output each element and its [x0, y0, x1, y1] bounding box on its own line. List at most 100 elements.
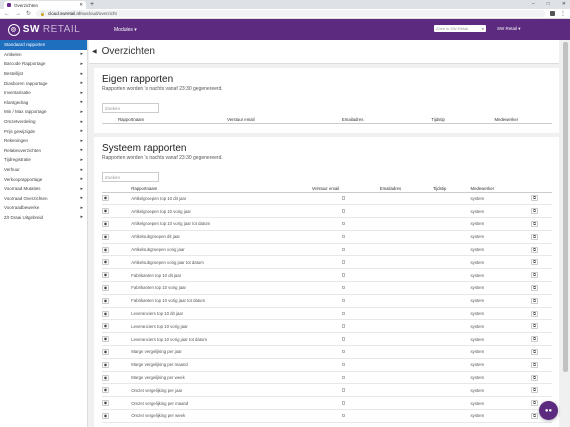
column-header[interactable]: Medewerker — [494, 116, 552, 124]
copy-report-icon[interactable]: ⧉ — [531, 272, 539, 279]
copy-report-icon[interactable]: ⧉ — [531, 195, 539, 202]
email-checkbox[interactable] — [341, 260, 346, 264]
copy-report-icon[interactable]: ⧉ — [531, 374, 539, 381]
sidebar-item[interactable]: Relatieoverzichten ▸ — [0, 146, 87, 156]
sidebar-item[interactable]: Voorraadbewerke ▸ — [0, 203, 87, 213]
column-header[interactable]: Tijdstip — [432, 185, 471, 193]
extension-icon[interactable] — [550, 11, 555, 16]
view-report-icon[interactable]: ◉ — [102, 323, 109, 330]
back-icon[interactable]: ← — [4, 11, 10, 17]
copy-report-icon[interactable]: ⧉ — [531, 400, 539, 407]
sidebar-item[interactable]: Diasboren rapportage ▸ — [0, 78, 87, 88]
copy-report-icon[interactable]: ⧉ — [531, 348, 539, 355]
email-checkbox[interactable] — [341, 362, 346, 367]
view-report-icon[interactable]: ◉ — [102, 400, 109, 407]
email-checkbox[interactable] — [341, 349, 346, 354]
column-header[interactable]: Tijdstip — [431, 116, 495, 124]
sidebar-item[interactable]: Artikelen ▸ — [0, 50, 87, 60]
column-header[interactable]: Rapportnaam — [118, 116, 228, 124]
sidebar-item[interactable]: Verhuur ▸ — [0, 165, 87, 175]
column-header[interactable]: Emailadres — [379, 185, 433, 193]
view-report-icon[interactable]: ◉ — [102, 412, 109, 419]
column-header[interactable]: Rapportnaam — [131, 185, 312, 193]
sidebar-item[interactable]: Inventarisatie ▸ — [0, 88, 87, 98]
sidebar-item[interactable]: Bestellijst ▸ — [0, 69, 87, 79]
copy-report-icon[interactable]: ⧉ — [531, 246, 539, 253]
copy-report-icon[interactable]: ⧉ — [531, 323, 539, 330]
view-report-icon[interactable]: ◉ — [102, 208, 109, 215]
sidebar-item[interactable]: Voorraad Mutaties ▸ — [0, 184, 87, 194]
view-report-icon[interactable]: ◉ — [102, 272, 109, 279]
sidebar-item[interactable]: Voorraad Overzichten ▸ — [0, 194, 87, 204]
sidebar-item[interactable]: Z/I Draai Uitgebreid ▸ — [0, 213, 87, 223]
email-checkbox[interactable] — [341, 324, 346, 328]
view-report-icon[interactable]: ◉ — [102, 361, 109, 368]
sidebar-item[interactable]: Prijs gewijzigde ▸ — [0, 126, 87, 136]
close-window-button[interactable]: ✕ — [562, 1, 566, 7]
new-tab-button[interactable]: + — [90, 1, 94, 9]
sidebar-item[interactable]: Standaard rapporten — [0, 40, 87, 50]
column-header[interactable] — [531, 185, 552, 193]
column-header[interactable]: Medewerker — [470, 185, 532, 193]
top-search-input[interactable]: Zoek in SW-Retail ⌕ — [434, 25, 486, 32]
copy-report-icon[interactable]: ⧉ — [531, 412, 539, 419]
email-checkbox[interactable] — [341, 221, 346, 226]
copy-report-icon[interactable]: ⧉ — [531, 220, 539, 227]
browser-menu-icon[interactable]: ⋮ — [560, 10, 566, 17]
email-checkbox[interactable] — [341, 311, 346, 316]
view-report-icon[interactable]: ◉ — [102, 348, 109, 355]
forward-icon[interactable]: → — [15, 11, 21, 17]
email-checkbox[interactable] — [341, 247, 346, 252]
sidebar-item[interactable]: Klantgedrag ▸ — [0, 98, 87, 108]
column-header[interactable] — [102, 116, 119, 124]
view-report-icon[interactable]: ◉ — [102, 259, 109, 266]
copy-report-icon[interactable]: ⧉ — [531, 310, 539, 317]
view-report-icon[interactable]: ◉ — [102, 387, 109, 394]
systeem-search-input[interactable]: Zoeken — [102, 172, 159, 182]
chat-button[interactable]: ●● — [539, 401, 558, 420]
copy-report-icon[interactable]: ⧉ — [531, 208, 539, 215]
email-checkbox[interactable] — [341, 273, 346, 277]
sidebar-item[interactable]: Tijdregistratie ▸ — [0, 155, 87, 165]
email-checkbox[interactable] — [341, 234, 346, 239]
copy-report-icon[interactable]: ⧉ — [531, 297, 539, 304]
sidebar-item[interactable]: Omzetverdeling ▸ — [0, 117, 87, 127]
scrollbar-thumb[interactable] — [563, 42, 568, 372]
view-report-icon[interactable]: ◉ — [102, 374, 109, 381]
column-header[interactable] — [102, 185, 132, 193]
sw-retail-logo[interactable]: ◎ SW RETAIL — [0, 19, 88, 40]
reload-icon[interactable]: ↻ — [26, 10, 31, 17]
sidebar-item[interactable]: Min / Max rapportage ▸ — [0, 107, 87, 117]
view-report-icon[interactable]: ◉ — [102, 284, 109, 291]
email-checkbox[interactable] — [341, 196, 346, 200]
browser-tab[interactable]: Overzichten ✕ — [4, 1, 86, 9]
address-bar[interactable]: 🔒 cloud.swretail.nl/swcloud/overzicht — [36, 10, 545, 17]
column-header[interactable]: Verstuur email — [311, 185, 380, 193]
email-checkbox[interactable] — [341, 388, 346, 392]
view-report-icon[interactable]: ◉ — [102, 336, 109, 343]
email-checkbox[interactable] — [341, 401, 346, 405]
user-menu[interactable]: SW Retail ▾ — [497, 26, 521, 32]
tab-close-icon[interactable]: ✕ — [79, 2, 83, 8]
modules-menu[interactable]: Modules ▾ — [114, 27, 137, 33]
column-header[interactable]: Emailadres — [341, 116, 432, 124]
email-checkbox[interactable] — [341, 285, 346, 290]
copy-report-icon[interactable]: ⧉ — [531, 259, 539, 266]
email-checkbox[interactable] — [341, 337, 346, 341]
sidebar-item[interactable]: Rekeningen ▸ — [0, 136, 87, 146]
maximize-button[interactable]: □ — [547, 1, 550, 7]
copy-report-icon[interactable]: ⧉ — [531, 387, 539, 394]
sidebar-item[interactable]: Barcode Rapportage ▸ — [0, 59, 87, 69]
email-checkbox[interactable] — [341, 413, 346, 418]
collapse-sidebar-icon[interactable]: ◀ — [92, 48, 97, 55]
copy-report-icon[interactable]: ⧉ — [531, 361, 539, 368]
email-checkbox[interactable] — [341, 209, 346, 213]
column-header[interactable]: Verstuur email — [227, 116, 342, 124]
sidebar-item[interactable]: Verkooprapportage ▸ — [0, 174, 87, 184]
email-checkbox[interactable] — [341, 298, 346, 303]
view-report-icon[interactable]: ◉ — [102, 297, 109, 304]
view-report-icon[interactable]: ◉ — [102, 233, 109, 240]
view-report-icon[interactable]: ◉ — [102, 246, 109, 253]
view-report-icon[interactable]: ◉ — [102, 310, 109, 317]
eigen-search-input[interactable]: Zoeken — [102, 103, 159, 113]
